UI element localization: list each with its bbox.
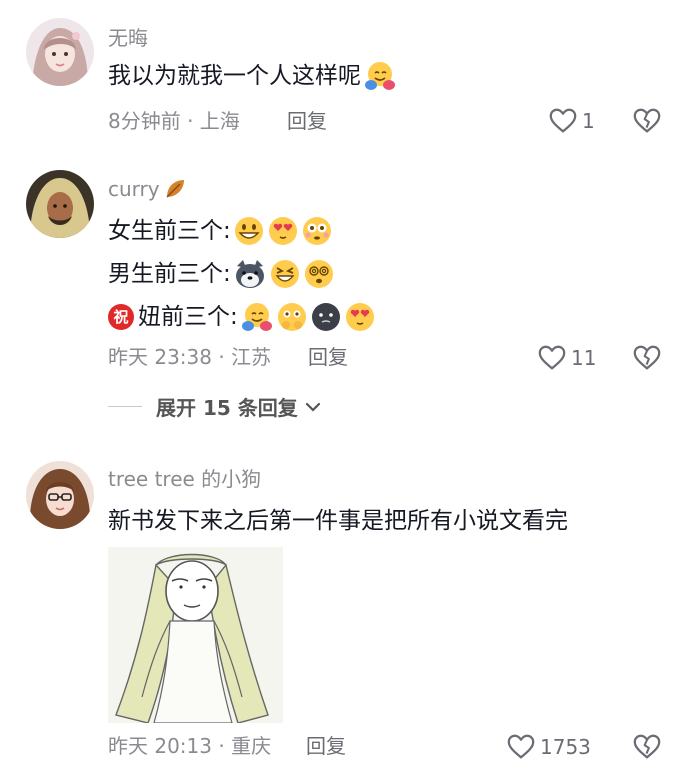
avatar[interactable] (26, 461, 94, 529)
comment-time-location: 8分钟前 · 上海 (108, 109, 240, 133)
like-count: 11 (571, 346, 597, 370)
like-count: 1 (582, 109, 595, 133)
comment-text-line: 祝 妞前三个: (108, 299, 376, 335)
broken-heart-icon[interactable] (632, 732, 662, 762)
heart-eyes-emoji-icon (267, 215, 299, 247)
blessing-badge-icon: 祝 (108, 304, 134, 330)
comment-text-content: 男生前三个: (108, 261, 231, 287)
broken-heart-icon[interactable] (632, 106, 662, 136)
meme-image[interactable] (108, 547, 283, 723)
comment-text-line: 女生前三个: (108, 213, 333, 249)
husky-dog-emoji-icon (233, 258, 267, 290)
reply-button[interactable]: 回复 (308, 343, 348, 371)
comment-text-line: 男生前三个: (108, 256, 335, 292)
comment-author[interactable]: 无晦 (108, 25, 148, 51)
divider (108, 406, 142, 407)
expand-replies-button[interactable]: 展开 15 条回复 (108, 392, 324, 421)
grinning-face-emoji-icon (233, 215, 265, 247)
like-button[interactable]: 1 (548, 106, 595, 136)
comment-text-content: 妞前三个: (138, 304, 238, 330)
broken-heart-icon[interactable] (632, 343, 662, 373)
dizzy-face-emoji-icon (303, 258, 335, 290)
comment-time-location: 昨天 20:13 · 重庆 (108, 734, 272, 758)
heart-outline-icon (537, 343, 567, 373)
comment-list: 无晦 我以为就我一个人这样呢 8分钟前 · 上海 回复 1 curry 女生前三… (0, 0, 690, 768)
comment-author-name: curry (108, 177, 160, 201)
squinting-laugh-emoji-icon (269, 258, 301, 290)
comment-text: 新书发下来之后第一件事是把所有小说文看完 (108, 503, 568, 539)
comment-author[interactable]: tree tree 的小狗 (108, 466, 261, 492)
leaf-icon (166, 180, 184, 198)
holding-back-tears-emoji-icon (276, 301, 308, 333)
dark-moon-emoji-icon (310, 301, 342, 333)
comment-text: 我以为就我一个人这样呢 (108, 58, 397, 94)
comment-author[interactable]: curry (108, 176, 188, 202)
like-button[interactable]: 11 (537, 343, 596, 373)
heart-outline-icon (548, 106, 578, 136)
avatar[interactable] (26, 170, 94, 238)
like-count: 1753 (540, 735, 591, 759)
comment-text-content: 新书发下来之后第一件事是把所有小说文看完 (108, 508, 568, 534)
comment-text-content: 我以为就我一个人这样呢 (108, 63, 361, 89)
comment-text-content: 女生前三个: (108, 218, 231, 244)
avatar[interactable] (26, 18, 94, 86)
like-button[interactable]: 1753 (506, 732, 591, 762)
comment-time-location: 昨天 23:38 · 江苏 (108, 345, 272, 369)
chevron-down-icon (305, 402, 320, 412)
heart-eyes-emoji-icon (344, 301, 376, 333)
heart-outline-icon (506, 732, 536, 762)
hugging-face-emoji-icon (240, 300, 274, 334)
expand-replies-label: 展开 15 条回复 (156, 396, 298, 420)
reply-button[interactable]: 回复 (287, 107, 327, 135)
reply-button[interactable]: 回复 (306, 732, 346, 760)
flushed-face-emoji-icon (301, 215, 333, 247)
hugging-face-emoji-icon (363, 59, 397, 93)
